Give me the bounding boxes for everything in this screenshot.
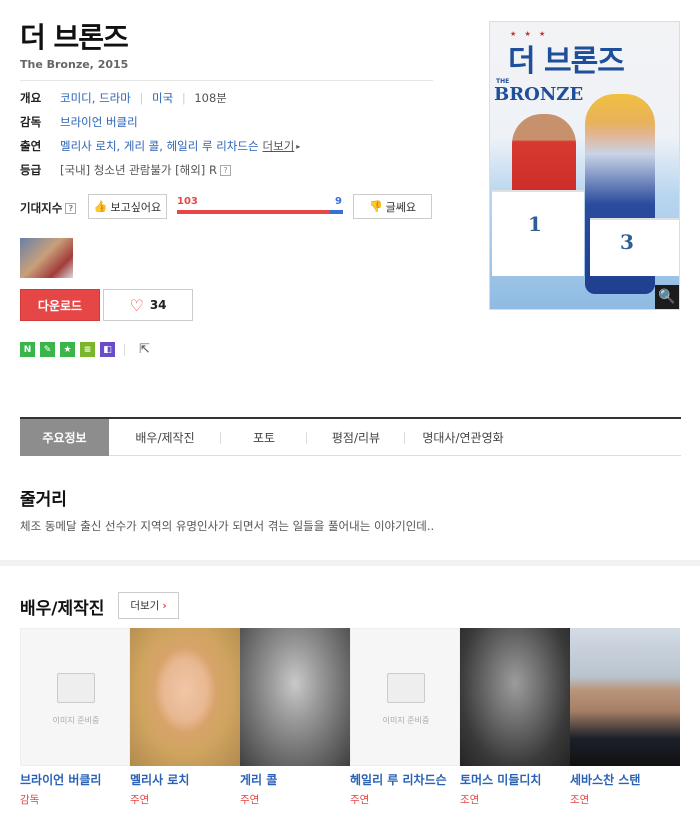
person-photo (130, 628, 240, 766)
genre-link-comedy[interactable]: 코미디 (60, 91, 92, 105)
overview-row: 개요 코미디, 드라마 | 미국 | 108분 (20, 91, 227, 105)
still-thumbnail[interactable] (20, 238, 73, 278)
cast-heading: 배우/제작진 (20, 599, 105, 619)
movie-poster[interactable]: ★ ★ ★ 더 브론즈 THE BRONZE 1 3 🔍 (489, 21, 680, 310)
rating-label: 등급 (20, 163, 42, 177)
person-name[interactable]: 멜리사 로치 (130, 771, 236, 788)
not-sure-label: 글쎄요 (385, 200, 417, 214)
list-icon[interactable]: ≡ (80, 342, 95, 357)
person-role: 주연 (130, 794, 150, 806)
person-name[interactable]: 게리 콜 (240, 771, 346, 788)
tab-quotes-related[interactable]: 명대사/연관영화 (405, 419, 521, 456)
movie-subtitle: The Bronze, 2015 (20, 58, 129, 71)
person-photo-placeholder: 이미지 준비중 (20, 628, 130, 766)
person-role: 조연 (460, 794, 480, 806)
cast-card[interactable]: 세바스찬 스탠 조연 (570, 628, 680, 831)
cast-list: 이미지 준비중 브라이언 버클리 감독 멜리사 로치 주연 게리 콜 주연 이미… (20, 628, 681, 831)
director-row: 감독 브라이언 버클리 (20, 112, 138, 132)
person-photo-placeholder: 이미지 준비중 (350, 628, 460, 766)
separator: | (181, 91, 186, 105)
thumbs-up-icon: 👍 (93, 200, 108, 213)
caret-right-icon: ▸ (296, 141, 301, 151)
star-icon[interactable]: ★ (60, 342, 75, 357)
director-label: 감독 (20, 115, 42, 129)
person-name[interactable]: 헤일리 루 리차드슨 (350, 771, 456, 788)
cast-label: 출연 (20, 139, 42, 153)
cast-card[interactable]: 이미지 준비중 헤일리 루 리차드슨 주연 (350, 628, 460, 831)
person-photo (240, 628, 350, 766)
zoom-icon[interactable]: 🔍 (655, 285, 679, 309)
expect-label: 기대지수 (20, 201, 63, 215)
tab-bar: 주요정보 배우/제작진 포토 평점/리뷰 명대사/연관영화 (20, 417, 681, 456)
divider (20, 80, 433, 81)
person-name[interactable]: 브라이언 버클리 (20, 771, 126, 788)
share-service-icon[interactable]: ✎ (40, 342, 55, 357)
cast-more-button[interactable]: 더보기 › (118, 592, 179, 619)
help-icon[interactable]: ? (65, 202, 77, 214)
want-to-see-label: 보고싶어요 (110, 200, 162, 214)
image-placeholder-icon (387, 673, 425, 703)
help-icon[interactable]: ? (219, 164, 231, 176)
poster-title: 더 브론즈 (508, 44, 625, 79)
divider (124, 344, 125, 356)
person-role: 감독 (20, 794, 40, 806)
want-to-see-button[interactable]: 👍 보고싶어요 (88, 194, 167, 219)
expect-bar (177, 210, 343, 214)
poster-podium: 3 (590, 218, 679, 276)
share-service-icon[interactable]: N (20, 342, 35, 357)
share-icon[interactable]: ⇱ (137, 342, 152, 357)
genre-link-drama[interactable]: 드라마 (99, 91, 131, 105)
image-placeholder-icon (57, 673, 95, 703)
runtime: 108분 (194, 91, 227, 105)
cast-card[interactable]: 멜리사 로치 주연 (130, 628, 240, 831)
download-button[interactable]: 다운로드 (20, 289, 100, 321)
country-link[interactable]: 미국 (152, 91, 173, 105)
like-button[interactable]: ♡ 34 (103, 289, 193, 321)
person-photo (460, 628, 570, 766)
movie-title: 더 브론즈 (20, 21, 129, 54)
person-role: 조연 (570, 794, 590, 806)
tab-main-info[interactable]: 주요정보 (20, 419, 109, 456)
separator: | (139, 91, 144, 105)
synopsis-heading: 줄거리 (20, 490, 67, 510)
thumbs-down-icon: 👎 (368, 200, 383, 213)
tab-cast-crew[interactable]: 배우/제작진 (109, 419, 221, 456)
person-photo (570, 628, 680, 766)
person-role: 주연 (240, 794, 260, 806)
tab-photo[interactable]: 포토 (221, 419, 307, 456)
poster-podium: 1 (492, 190, 584, 276)
person-role: 주연 (350, 794, 370, 806)
not-sure-button[interactable]: 👎 글쎄요 (353, 194, 432, 219)
overview-label: 개요 (20, 91, 42, 105)
rating-value: [국내] 청소년 관람불가 [해외] R (60, 163, 217, 177)
tab-reviews[interactable]: 평점/리뷰 (307, 419, 405, 456)
director-link[interactable]: 브라이언 버클리 (60, 114, 138, 130)
person-name[interactable]: 세바스찬 스탠 (570, 771, 676, 788)
want-count: 103 (177, 196, 198, 207)
expect-label-wrap: 기대지수 ? (20, 200, 77, 216)
rating-row: 등급 [국내] 청소년 관람불가 [해외] R ? (20, 160, 231, 180)
cast-card[interactable]: 토머스 미들디치 조연 (460, 628, 570, 831)
heart-icon: ♡ (129, 295, 144, 315)
meh-count: 9 (335, 196, 342, 207)
cast-row: 출연 멜리사 로치, 게리 콜, 헤일리 루 리차드슨 더보기 ▸ (20, 136, 300, 156)
chevron-right-icon: › (162, 599, 167, 612)
cast-card[interactable]: 게리 콜 주연 (240, 628, 350, 831)
person-name[interactable]: 토머스 미들디치 (460, 771, 566, 788)
like-count: 34 (149, 298, 167, 312)
poster-english-title: BRONZE (494, 84, 584, 105)
cast-links[interactable]: 멜리사 로치, 게리 콜, 헤일리 루 리차드슨 (60, 138, 259, 154)
cast-card[interactable]: 이미지 준비중 브라이언 버클리 감독 (20, 628, 130, 831)
share-service-icon[interactable]: ◧ (100, 342, 115, 357)
expect-bar-fill (177, 210, 330, 214)
section-divider (0, 560, 700, 566)
synopsis-text: 체조 동메달 출신 선수가 지역의 유명인사가 되면서 겪는 일들을 풀어내는 … (20, 519, 435, 533)
cast-more-link[interactable]: 더보기 (263, 138, 295, 154)
